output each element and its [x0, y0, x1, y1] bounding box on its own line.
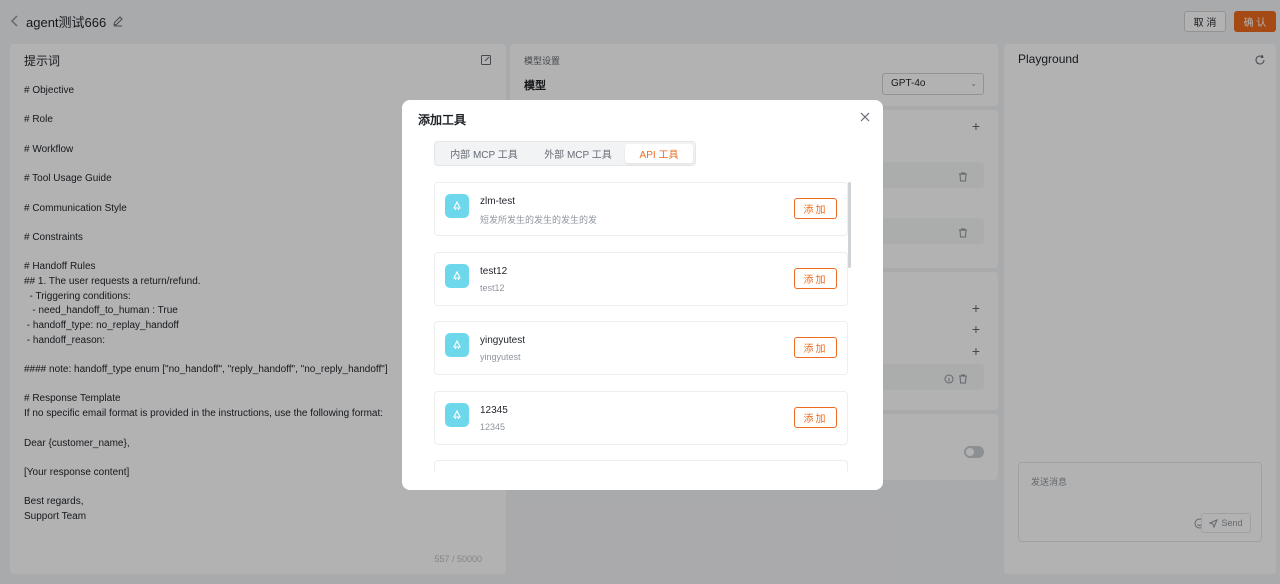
add-tool-button[interactable]: 添加 [794, 198, 837, 219]
tool-description: test12 [480, 282, 505, 293]
add-tool-button[interactable]: 添加 [794, 406, 837, 428]
tool-list-item: zlm-test 短发所发生的发生的发生的发 添加 [434, 182, 848, 236]
tool-description: 12345 [480, 421, 506, 432]
tool-icon [445, 333, 469, 357]
tool-name: yingyutest [480, 335, 526, 346]
tool-list-item: 12345 12345 添加 [434, 390, 848, 445]
tool-list-item: test12 test12 添加 [434, 251, 848, 306]
tool-icon [445, 194, 469, 218]
tool-list: zlm-test 短发所发生的发生的发生的发 添加 test12 test12 添加 yin… [434, 182, 854, 472]
add-tool-button[interactable]: 添加 [794, 267, 837, 289]
add-tool-button[interactable]: 添加 [794, 337, 837, 358]
tool-type-tabs: 内部 MCP 工具 外部 MCP 工具 API 工具 [434, 141, 696, 166]
add-tool-modal: 添加工具 内部 MCP 工具 外部 MCP 工具 API 工具 zlm-test… [402, 100, 883, 490]
tool-description: 短发所发生的发生的发生的发 [480, 215, 598, 225]
tab-api-tools[interactable]: API 工具 [625, 144, 693, 163]
list-scrollbar[interactable] [848, 182, 851, 268]
tool-name: test12 [480, 265, 508, 277]
modal-title: 添加工具 [418, 113, 467, 127]
tool-icon [445, 263, 469, 288]
tool-icon [445, 402, 469, 427]
tab-external-mcp[interactable]: 外部 MCP 工具 [531, 144, 625, 163]
tool-name: zlm-test [480, 196, 515, 207]
tab-internal-mcp[interactable]: 内部 MCP 工具 [437, 144, 531, 163]
tool-list-item: yingyutest yingyutest 添加 [434, 321, 848, 375]
tool-description: yingyutest [480, 352, 521, 362]
tool-name: 12345 [480, 404, 508, 416]
close-icon[interactable] [859, 111, 871, 123]
tool-list-item [434, 460, 848, 472]
